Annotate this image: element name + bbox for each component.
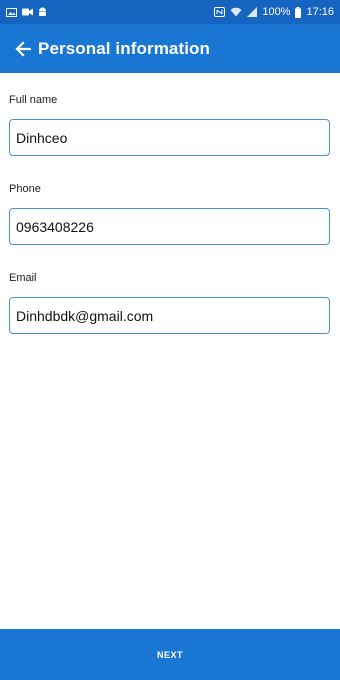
battery-icon xyxy=(295,6,302,18)
full-name-field[interactable] xyxy=(9,119,330,156)
phone-field[interactable] xyxy=(9,208,330,245)
page-title: Personal information xyxy=(38,38,211,58)
battery-percent: 100% xyxy=(262,6,291,18)
arrow-left-icon[interactable] xyxy=(14,40,32,58)
status-right-icons: 100% 17:16 xyxy=(214,6,334,18)
wifi-icon xyxy=(230,7,242,17)
image-icon xyxy=(6,7,17,17)
next-button[interactable]: NEXT xyxy=(0,629,340,680)
signal-icon xyxy=(247,7,258,17)
status-time: 17:16 xyxy=(306,6,334,18)
video-icon xyxy=(22,8,33,16)
email-label: Email xyxy=(9,272,37,284)
android-icon xyxy=(38,7,47,17)
email-field[interactable] xyxy=(9,297,330,334)
nfc-icon xyxy=(214,7,226,17)
full-name-label: Full name xyxy=(9,94,58,106)
phone-label: Phone xyxy=(9,183,41,195)
status-bar: 100% 17:16 xyxy=(0,0,340,24)
status-left-icons xyxy=(6,7,47,17)
app-bar: Personal information xyxy=(0,24,340,73)
